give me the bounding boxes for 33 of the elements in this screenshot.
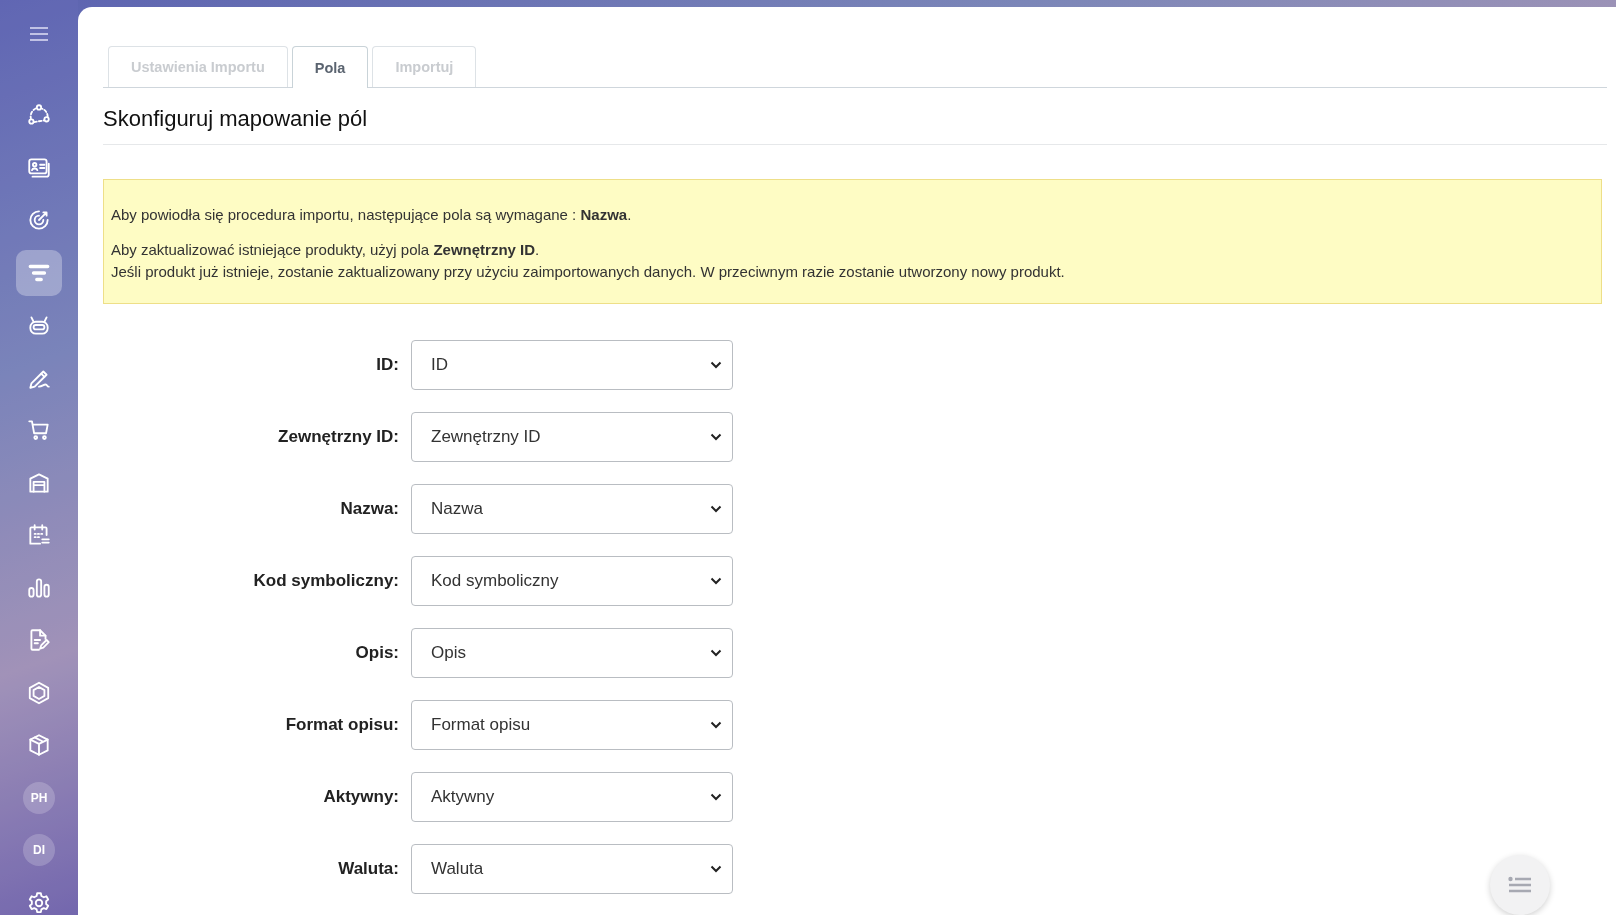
dropdown[interactable]: ID: [411, 340, 733, 390]
field-label: Zewnętrzny ID:: [277, 427, 400, 447]
field-label: Opis:: [354, 643, 400, 663]
chevron-icon: [710, 505, 722, 513]
page-title: Skonfiguruj mapowanie pól: [103, 88, 1607, 145]
field-label: Kod symboliczny:: [252, 571, 400, 591]
dropdown[interactable]: Zewnętrzny ID: [411, 412, 733, 462]
field-label: Nazwa:: [339, 499, 400, 519]
field-label: ID:: [375, 355, 400, 375]
chevron-icon: [710, 721, 722, 729]
notice-text: Aby zaktualizować istniejące produkty, użyj pola Zewnętrzny ID.: [111, 240, 541, 260]
field-label: Aktywny:: [322, 787, 400, 807]
dropdown[interactable]: Waluta: [411, 844, 733, 894]
chevron-icon: [710, 649, 722, 657]
dropdown[interactable]: Kod symboliczny: [411, 556, 733, 606]
list-icon: [1508, 876, 1532, 894]
field-label: Format opisu:: [284, 715, 400, 735]
chevron-icon: [710, 577, 722, 585]
dropdown[interactable]: Format opisu: [411, 700, 733, 750]
filter-icon[interactable]: [16, 249, 62, 296]
notice-text: Jeśli produkt już istnieje, zostanie zaktualizowany przy użyciu zaimportowanych danych. W przeciwnym razie zostanie utworzony nowy produkt.: [111, 262, 1066, 282]
dropdown[interactable]: Aktywny: [411, 772, 733, 822]
dropdown[interactable]: Nazwa: [411, 484, 733, 534]
list-button[interactable]: [1490, 855, 1550, 915]
chevron-icon: [710, 865, 722, 873]
dropdown[interactable]: Opis: [411, 628, 733, 678]
chevron-icon: [710, 433, 722, 441]
notice-text: Aby powiodła się procedura importu, następujące pola są wymagane : Nazwa.: [111, 205, 633, 225]
tab[interactable]: Pola: [291, 46, 369, 88]
chevron-icon: [710, 793, 722, 801]
field-label: Waluta:: [337, 859, 400, 879]
menu-icon[interactable]: [28, 26, 50, 42]
chevron-icon: [710, 361, 722, 369]
